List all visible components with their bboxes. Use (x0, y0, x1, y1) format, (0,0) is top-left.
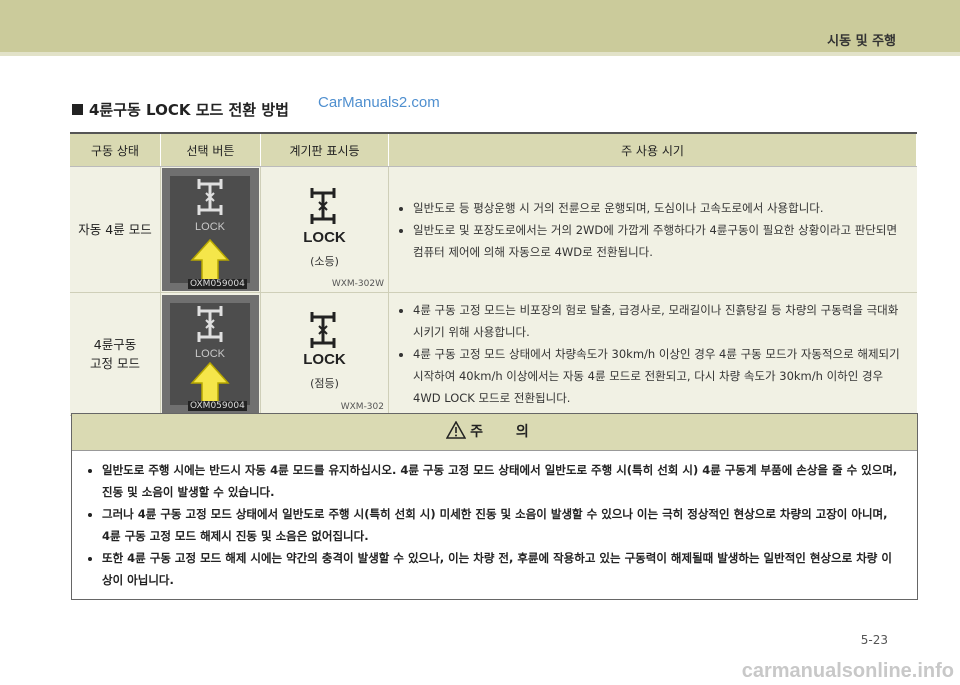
indicator-status: (소등) (310, 255, 339, 268)
indicator-cell: LOCK (점등) WXM-302 (260, 292, 389, 416)
mode-table: 구동 상태 선택 버튼 계기판 표시등 주 사용 시기 자동 4륜 모드 LOC… (70, 132, 917, 416)
indicator-status: (점등) (310, 377, 339, 390)
section-title: 4륜구동 LOCK 모드 전환 방법 (72, 99, 289, 120)
caution-title: 주 의 (470, 424, 543, 440)
section-title-text: 4륜구동 LOCK 모드 전환 방법 (89, 101, 289, 119)
warning-triangle-icon (445, 420, 467, 439)
button-image-cell: LOCK OXM059004 (160, 166, 261, 293)
up-arrow-icon (190, 361, 230, 404)
list-item: 4륜 구동 고정 모드는 비포장의 험로 탈출, 급경사로, 모래길이나 진흙탕… (413, 299, 905, 343)
header-divider (0, 52, 960, 56)
list-item: 그러나 4륜 구동 고정 모드 상태에서 일반도로 주행 시(특히 선회 시) … (102, 503, 899, 547)
lock-button-image: LOCK OXM059004 (162, 295, 259, 413)
list-item: 일반도로 등 평상운행 시 거의 전륜으로 운행되며, 도심이나 고속도로에서 … (413, 197, 905, 219)
table-row: 자동 4륜 모드 LOCK OXM059004 LOCK (소등) WXM-30… (70, 166, 917, 293)
indicator-code: WXM-302W (331, 279, 384, 289)
bullet-square-icon (72, 104, 83, 115)
col-header-button: 선택 버튼 (160, 132, 261, 167)
button-image-cell: LOCK OXM059004 (160, 292, 261, 416)
state-cell: 자동 4륜 모드 (70, 166, 161, 293)
state-line: 고정 모드 (90, 356, 140, 371)
image-code: OXM059004 (188, 401, 247, 411)
button-lock-text: LOCK (195, 221, 225, 233)
axle-icon (197, 306, 223, 342)
watermark-bottom[interactable]: carmanualsonline.info (742, 660, 954, 683)
state-cell: 4륜구동 고정 모드 (70, 292, 161, 416)
col-header-usage: 주 사용 시기 (388, 132, 917, 167)
page-number: 5-23 (860, 633, 888, 647)
watermark-top[interactable]: CarManuals2.com (318, 94, 440, 111)
4wd-axle-indicator-icon (310, 312, 336, 348)
indicator-lock-text: LOCK (303, 351, 346, 368)
table-header-row: 구동 상태 선택 버튼 계기판 표시등 주 사용 시기 (70, 132, 917, 167)
list-item: 일반도로 주행 시에는 반드시 자동 4륜 모드를 유지하십시오. 4륜 구동 … (102, 459, 899, 503)
list-item: 또한 4륜 구동 고정 모드 해제 시에는 약간의 충격이 발생할 수 있으나,… (102, 547, 899, 591)
indicator-lock-text: LOCK (303, 229, 346, 246)
up-arrow-icon (190, 238, 230, 281)
indicator-cell: LOCK (소등) WXM-302W (260, 166, 389, 293)
caution-header: 주 의 (72, 414, 917, 451)
usage-cell: 일반도로 등 평상운행 시 거의 전륜으로 운행되며, 도심이나 고속도로에서 … (388, 166, 917, 293)
state-line: 4륜구동 (93, 337, 137, 352)
axle-icon (197, 179, 223, 215)
4wd-axle-indicator-icon (310, 188, 336, 224)
image-code: OXM059004 (188, 279, 247, 289)
col-header-indicator: 계기판 표시등 (260, 132, 389, 167)
lock-button-image: LOCK OXM059004 (162, 168, 259, 291)
caution-box: 주 의 일반도로 주행 시에는 반드시 자동 4륜 모드를 유지하십시오. 4륜… (71, 413, 918, 600)
chapter-title: 시동 및 주행 (827, 34, 896, 49)
table-row: 4륜구동 고정 모드 LOCK OXM059004 LOCK (점등) WXM-… (70, 292, 917, 416)
list-item: 4륜 구동 고정 모드 상태에서 차량속도가 30km/h 이상인 경우 4륜 … (413, 343, 905, 409)
col-header-state: 구동 상태 (70, 132, 161, 167)
list-item: 일반도로 및 포장도로에서는 거의 2WD에 가깝게 주행하다가 4륜구동이 필… (413, 219, 905, 263)
button-lock-text: LOCK (195, 348, 225, 360)
header-band: 시동 및 주행 (0, 0, 960, 52)
indicator-code: WXM-302 (340, 402, 384, 412)
usage-cell: 4륜 구동 고정 모드는 비포장의 험로 탈출, 급경사로, 모래길이나 진흙탕… (388, 292, 917, 416)
